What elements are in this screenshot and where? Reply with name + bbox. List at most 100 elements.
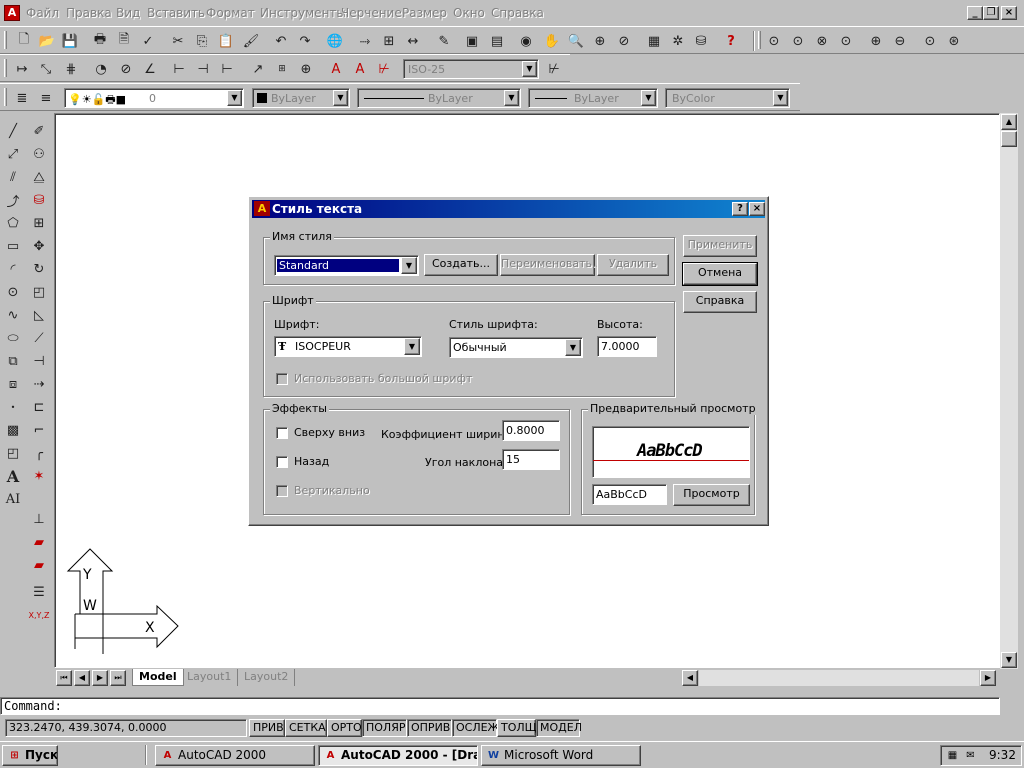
copy-object-icon[interactable]: ⚇ xyxy=(29,144,49,164)
tab-layout2[interactable]: Layout2 xyxy=(238,669,296,686)
rectangle-icon[interactable]: ▭ xyxy=(3,236,23,256)
preview-text-field[interactable]: AaBbCcD xyxy=(592,484,667,505)
lweight-toggle[interactable]: ТОЛЩ xyxy=(497,719,537,737)
line-icon[interactable]: ╱ xyxy=(3,121,23,141)
tolerance-icon[interactable]: ⊞ xyxy=(272,59,292,79)
layer-tool-icon[interactable]: ▰ xyxy=(29,532,49,552)
scale-icon[interactable]: ◰ xyxy=(29,282,49,302)
point-icon[interactable]: • xyxy=(3,397,23,417)
snap-toggle[interactable]: ПРИВ xyxy=(249,719,285,737)
height-field[interactable]: 7.0000 xyxy=(597,336,657,357)
linetype-combo[interactable]: ByLayer ▼ xyxy=(357,88,521,108)
otrack-toggle[interactable]: ОСЛЕЖ xyxy=(452,719,499,737)
single-line-text-icon[interactable]: AI xyxy=(3,489,23,509)
color-combo[interactable]: ByLayer ▼ xyxy=(252,88,350,108)
start-button[interactable]: ⊞ Пуск xyxy=(2,745,58,766)
center-mark-icon[interactable]: ⊕ xyxy=(296,59,316,79)
database-icon[interactable]: ⛁ xyxy=(691,31,711,51)
ellipse-icon[interactable]: ⬭ xyxy=(3,328,23,348)
baseline-dimension-icon[interactable]: ⊣ xyxy=(193,59,213,79)
construction-line-icon[interactable]: ⤢ xyxy=(3,144,23,164)
menu-file[interactable]: Файл xyxy=(26,6,59,20)
redo-icon[interactable]: ↷ xyxy=(295,31,315,51)
preview-button[interactable]: Просмотр xyxy=(673,484,750,506)
break-icon[interactable]: ⊏ xyxy=(29,397,49,417)
make-block-icon[interactable]: ⧈ xyxy=(3,374,23,394)
menu-help[interactable]: Справка xyxy=(491,6,544,20)
autocad-app-icon[interactable]: A xyxy=(4,5,20,21)
layer-combo[interactable]: 💡☀🔓🖶■ 0 ▼ xyxy=(64,88,244,108)
zoom-in-icon[interactable]: ⊕ xyxy=(866,31,886,51)
dimension-text-edit-icon[interactable]: A xyxy=(350,59,370,79)
zoom-realtime-icon[interactable]: 🔍 xyxy=(566,31,586,51)
print-preview-icon[interactable]: 🗎 xyxy=(114,31,134,51)
quick-dimension-icon[interactable]: ⊢ xyxy=(169,59,189,79)
chevron-down-icon[interactable]: ▼ xyxy=(333,90,348,106)
object-snap-icon[interactable]: ⤑ xyxy=(355,31,375,51)
toolbar-grip[interactable] xyxy=(4,59,7,77)
chevron-down-icon[interactable]: ▼ xyxy=(773,90,788,106)
close-icon[interactable]: × xyxy=(749,202,765,216)
array-icon[interactable]: ⊞ xyxy=(29,213,49,233)
menu-draw[interactable]: Черчение xyxy=(341,6,402,20)
fillet-icon[interactable]: ╭ xyxy=(29,443,49,463)
vertical-scrollbar[interactable]: ▲ ▼ xyxy=(1000,113,1018,669)
menu-edit[interactable]: Правка xyxy=(66,6,112,20)
model-toggle[interactable]: МОДЕЛ xyxy=(536,719,582,737)
font-style-combo[interactable]: Обычный ▼ xyxy=(449,337,583,358)
help-icon[interactable]: ? xyxy=(732,202,748,216)
aerial-view-icon[interactable]: ▣ xyxy=(462,31,482,51)
redraw-icon[interactable]: ✎ xyxy=(434,31,454,51)
lineweight-combo[interactable]: ByLayer ▼ xyxy=(528,88,658,108)
tab-model[interactable]: Model xyxy=(132,669,184,686)
angular-dimension-icon[interactable]: ∠ xyxy=(140,59,160,79)
zoom-out-icon[interactable]: ⊖ xyxy=(890,31,910,51)
zoom-window-icon[interactable]: ⊙ xyxy=(764,31,784,51)
scheduler-icon[interactable]: ▦ xyxy=(945,748,960,763)
help-button[interactable]: Справка xyxy=(683,291,757,313)
dim-style-icon[interactable]: ⊥ xyxy=(29,509,49,529)
command-line[interactable]: Command: xyxy=(0,697,1000,715)
chevron-down-icon[interactable]: ▼ xyxy=(504,90,519,106)
dimension-style-combo[interactable]: ISO-25 ▼ xyxy=(403,59,539,79)
region-icon[interactable]: ◰ xyxy=(3,443,23,463)
chevron-down-icon[interactable]: ▼ xyxy=(522,61,537,77)
polygon-icon[interactable]: ⬠ xyxy=(3,213,23,233)
zoom-center-icon[interactable]: ⊙ xyxy=(836,31,856,51)
rotate-icon[interactable]: ↻ xyxy=(29,259,49,279)
zoom-window-icon[interactable]: ⊕ xyxy=(590,31,610,51)
open-icon[interactable]: 📂 xyxy=(37,31,57,51)
width-factor-field[interactable]: 0.8000 xyxy=(502,420,560,441)
zoom-dynamic-icon[interactable]: ⊙ xyxy=(788,31,808,51)
scroll-down-icon[interactable]: ▼ xyxy=(1001,652,1017,668)
save-icon[interactable]: 💾 xyxy=(60,31,80,51)
zoom-extents-icon[interactable]: ⊛ xyxy=(944,31,964,51)
apply-button[interactable]: Применить xyxy=(683,235,757,257)
properties-palette-icon[interactable]: ▦ xyxy=(644,31,664,51)
zoom-previous-icon[interactable]: ⊘ xyxy=(614,31,634,51)
undo-icon[interactable]: ↶ xyxy=(271,31,291,51)
upside-down-checkbox[interactable] xyxy=(276,427,288,439)
scroll-thumb[interactable] xyxy=(1001,131,1017,147)
chevron-down-icon[interactable]: ▼ xyxy=(565,339,581,356)
layers-icon[interactable]: ≣ xyxy=(12,88,32,108)
xyz-coordinates-icon[interactable]: X,Y,Z xyxy=(29,605,50,625)
create-button[interactable]: Создать... xyxy=(424,254,498,276)
close-icon[interactable]: × xyxy=(1001,6,1017,20)
dialog-titlebar[interactable]: A Стиль текста ? × xyxy=(252,200,765,218)
cancel-button[interactable]: Отмена xyxy=(682,262,758,286)
arc-icon[interactable]: ◜ xyxy=(3,259,23,279)
mail-icon[interactable]: ✉ xyxy=(963,748,978,763)
task-autocad-drawing[interactable]: A AutoCAD 2000 - [Dra... xyxy=(318,745,478,766)
ucs-icon[interactable]: ⊞ xyxy=(379,31,399,51)
erase-icon[interactable]: ✐ xyxy=(29,121,49,141)
insert-block-icon[interactable]: ⧉ xyxy=(3,351,23,371)
first-tab-icon[interactable]: ⏮ xyxy=(56,670,72,686)
menu-format[interactable]: Формат xyxy=(206,6,255,20)
polyline-icon[interactable]: ⤴ xyxy=(3,190,23,210)
minimize-icon[interactable]: _ xyxy=(967,6,983,20)
leader-icon[interactable]: ↗ xyxy=(248,59,268,79)
grid-toggle[interactable]: СЕТКА xyxy=(285,719,327,737)
polar-toggle[interactable]: ПОЛЯР xyxy=(362,719,407,737)
scroll-up-icon[interactable]: ▲ xyxy=(1001,114,1017,130)
